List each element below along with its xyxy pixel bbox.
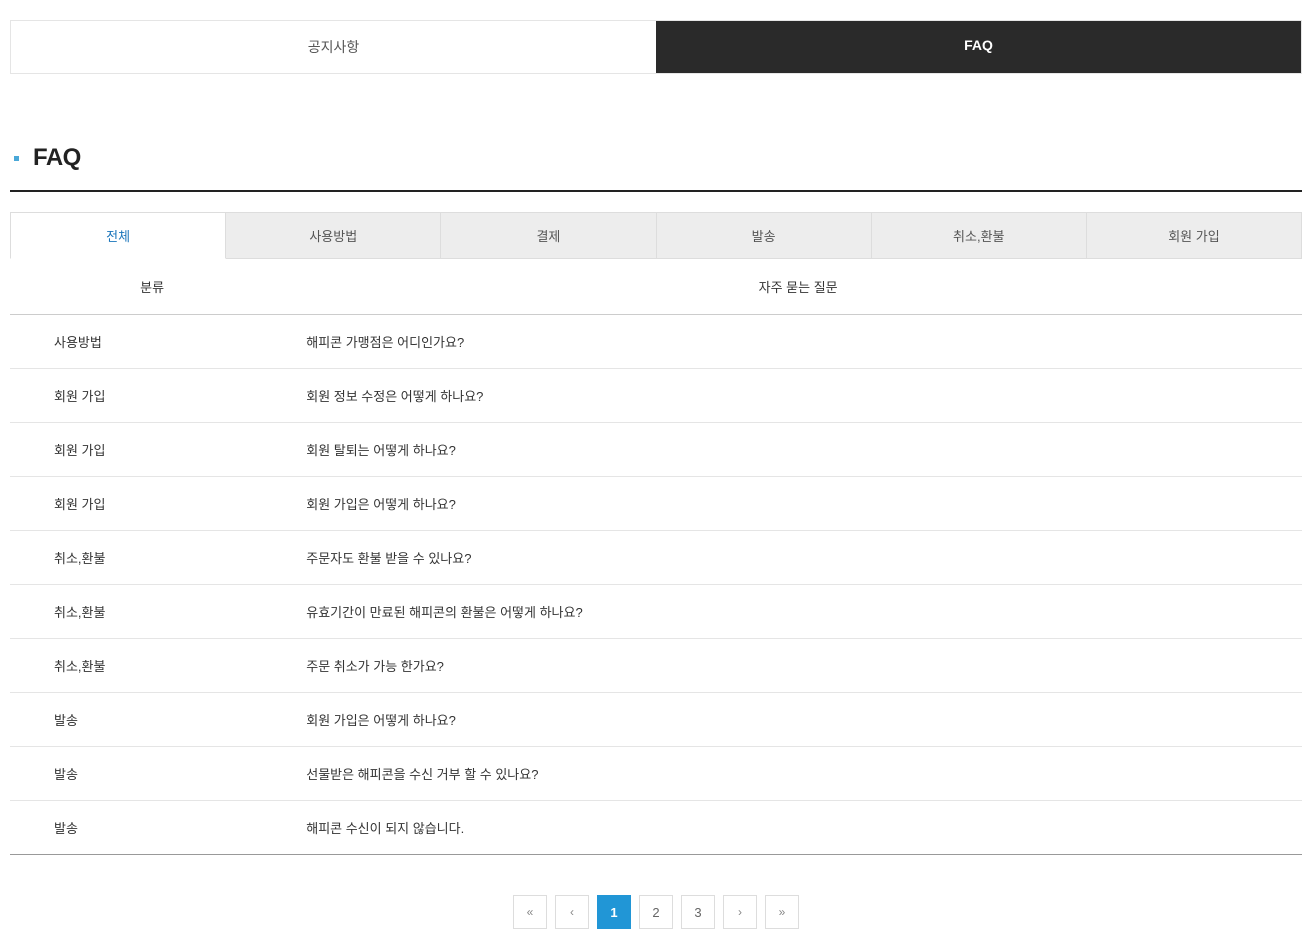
category-tabs: 전체 사용방법 결제 발송 취소,환불 회원 가입	[10, 212, 1302, 259]
page-first-button[interactable]: «	[513, 895, 547, 929]
header-category: 분류	[10, 259, 294, 315]
category-tab-payment[interactable]: 결제	[441, 212, 656, 259]
page-title: FAQ	[33, 144, 81, 172]
row-question: 회원 정보 수정은 어떻게 하나요?	[294, 369, 1302, 423]
page-2-button[interactable]: 2	[639, 895, 673, 929]
tab-notice[interactable]: 공지사항	[11, 21, 656, 73]
page-next-button[interactable]: ›	[723, 895, 757, 929]
top-tabs: 공지사항 FAQ	[10, 20, 1302, 74]
title-bullet-icon	[14, 156, 19, 161]
table-row[interactable]: 회원 가입 회원 정보 수정은 어떻게 하나요?	[10, 369, 1302, 423]
chevron-left-icon: ‹	[570, 905, 574, 919]
table-row[interactable]: 사용방법 해피콘 가맹점은 어디인가요?	[10, 315, 1302, 369]
title-underline	[10, 190, 1302, 192]
row-category: 사용방법	[10, 315, 294, 369]
page-1-button[interactable]: 1	[597, 895, 631, 929]
tab-faq[interactable]: FAQ	[656, 21, 1301, 73]
row-category: 발송	[10, 747, 294, 801]
row-question: 선물받은 해피콘을 수신 거부 할 수 있나요?	[294, 747, 1302, 801]
page-3-button[interactable]: 3	[681, 895, 715, 929]
row-question: 주문 취소가 가능 한가요?	[294, 639, 1302, 693]
pagination: « ‹ 1 2 3 › »	[10, 895, 1302, 929]
row-question: 해피콘 수신이 되지 않습니다.	[294, 801, 1302, 855]
row-question: 주문자도 환불 받을 수 있나요?	[294, 531, 1302, 585]
table-row[interactable]: 취소,환불 주문 취소가 가능 한가요?	[10, 639, 1302, 693]
row-category: 발송	[10, 693, 294, 747]
row-question: 회원 탈퇴는 어떻게 하나요?	[294, 423, 1302, 477]
header-question: 자주 묻는 질문	[294, 259, 1302, 315]
row-question: 해피콘 가맹점은 어디인가요?	[294, 315, 1302, 369]
double-chevron-right-icon: »	[779, 905, 786, 919]
table-header-row: 분류 자주 묻는 질문	[10, 259, 1302, 315]
row-category: 취소,환불	[10, 531, 294, 585]
category-tab-all[interactable]: 전체	[10, 212, 226, 259]
table-row[interactable]: 취소,환불 주문자도 환불 받을 수 있나요?	[10, 531, 1302, 585]
table-row[interactable]: 회원 가입 회원 탈퇴는 어떻게 하나요?	[10, 423, 1302, 477]
table-row[interactable]: 취소,환불 유효기간이 만료된 해피콘의 환불은 어떻게 하나요?	[10, 585, 1302, 639]
table-row[interactable]: 발송 선물받은 해피콘을 수신 거부 할 수 있나요?	[10, 747, 1302, 801]
row-category: 발송	[10, 801, 294, 855]
category-tab-refund[interactable]: 취소,환불	[872, 212, 1087, 259]
table-row[interactable]: 발송 회원 가입은 어떻게 하나요?	[10, 693, 1302, 747]
faq-table: 분류 자주 묻는 질문 사용방법 해피콘 가맹점은 어디인가요? 회원 가입 회…	[10, 259, 1302, 855]
row-category: 취소,환불	[10, 585, 294, 639]
row-question: 회원 가입은 어떻게 하나요?	[294, 477, 1302, 531]
row-question: 유효기간이 만료된 해피콘의 환불은 어떻게 하나요?	[294, 585, 1302, 639]
row-question: 회원 가입은 어떻게 하나요?	[294, 693, 1302, 747]
page-title-wrap: FAQ	[10, 144, 1302, 172]
category-tab-usage[interactable]: 사용방법	[226, 212, 441, 259]
category-tab-signup[interactable]: 회원 가입	[1087, 212, 1302, 259]
table-row[interactable]: 발송 해피콘 수신이 되지 않습니다.	[10, 801, 1302, 855]
row-category: 취소,환불	[10, 639, 294, 693]
page-prev-button[interactable]: ‹	[555, 895, 589, 929]
page-last-button[interactable]: »	[765, 895, 799, 929]
double-chevron-left-icon: «	[527, 905, 534, 919]
row-category: 회원 가입	[10, 369, 294, 423]
chevron-right-icon: ›	[738, 905, 742, 919]
table-row[interactable]: 회원 가입 회원 가입은 어떻게 하나요?	[10, 477, 1302, 531]
row-category: 회원 가입	[10, 423, 294, 477]
category-tab-shipping[interactable]: 발송	[657, 212, 872, 259]
row-category: 회원 가입	[10, 477, 294, 531]
